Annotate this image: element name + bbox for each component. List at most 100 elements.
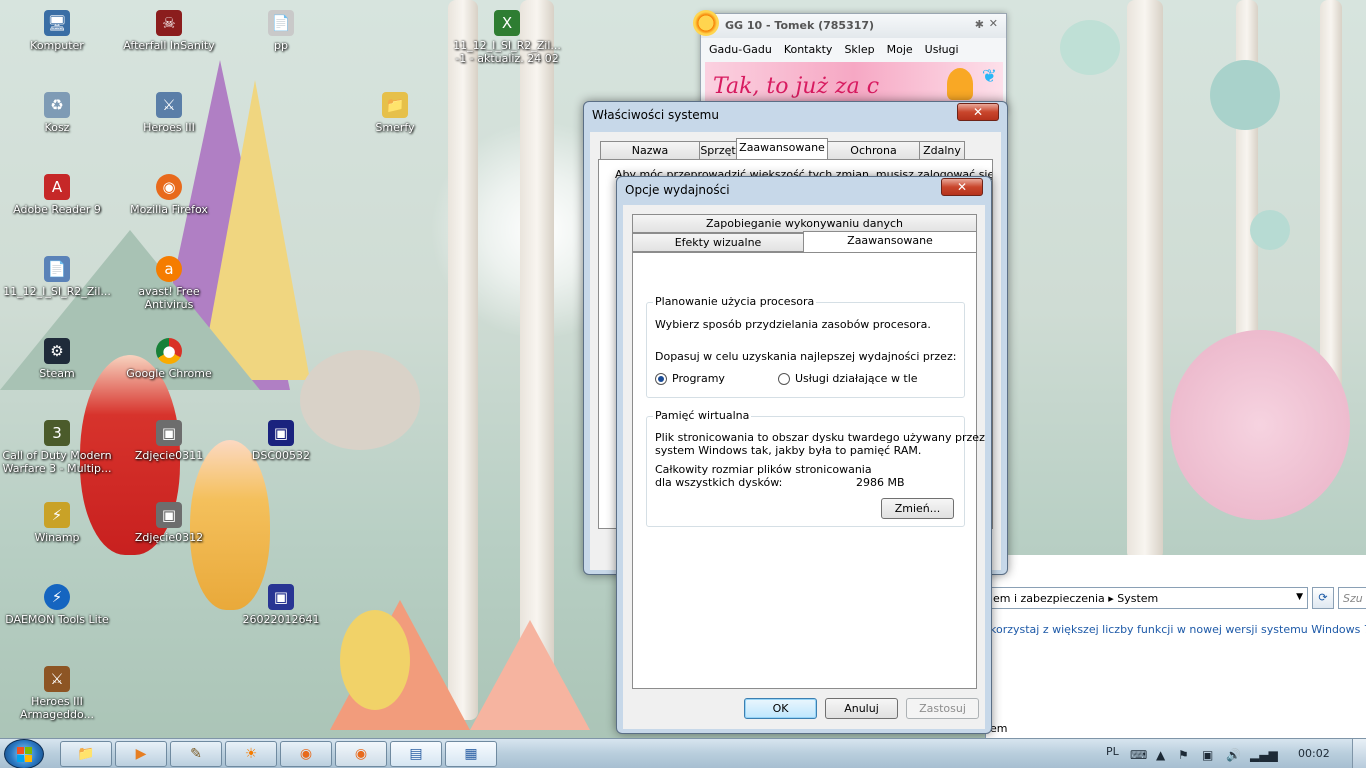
gg-menu-gadu-gadu[interactable]: Gadu-Gadu xyxy=(709,43,772,56)
upgrade-info-link[interactable]: korzystaj z większej liczby funkcji w no… xyxy=(990,623,1366,636)
image-icon: ▣ xyxy=(156,420,182,446)
radio-uslugi-indicator[interactable] xyxy=(778,373,790,385)
taskbar-explorer[interactable]: 📁 xyxy=(60,741,112,767)
volume-icon[interactable]: 🔊 xyxy=(1226,748,1241,762)
taskbar-control-panel[interactable]: ▦ xyxy=(445,741,497,767)
firefox-icon: ◉ xyxy=(354,746,368,762)
taskbar-firefox[interactable]: ◉ xyxy=(280,741,332,767)
taskbar-system[interactable]: ▤ xyxy=(390,741,442,767)
cpu-adjust-label: Dopasuj w celu uzyskania najlepszej wyda… xyxy=(655,350,957,363)
cancel-button[interactable]: Anuluj xyxy=(825,698,898,719)
avast-icon: a xyxy=(156,256,182,282)
flag-icon[interactable]: ⚑ xyxy=(1178,748,1189,762)
network-signal-icon[interactable]: ▂▄▆ xyxy=(1250,748,1278,762)
breadcrumb: em i zabezpieczenia ▸ System xyxy=(993,592,1159,605)
taskbar-firefox-2[interactable]: ◉ xyxy=(335,741,387,767)
taskbar-gg[interactable]: ☀ xyxy=(225,741,277,767)
desktop-icon-steam[interactable]: ⚙ Steam xyxy=(2,338,112,380)
desktop-icon-avast[interactable]: a avast! Free Antivirus xyxy=(114,256,224,311)
cpu-scheduling-group: Planowanie użycia procesora Wybierz spos… xyxy=(646,295,965,398)
desktop-icon-winamp[interactable]: ⚡ Winamp xyxy=(2,502,112,544)
show-desktop-button[interactable] xyxy=(1352,739,1366,768)
media-player-icon: ▶ xyxy=(135,746,147,762)
desktop-icon-firefox[interactable]: ◉ Mozilla Firefox xyxy=(114,174,224,216)
gg-titlebar[interactable]: GG 10 - Tomek (785317) ✱ ✕ xyxy=(693,10,1006,38)
virtual-memory-group: Pamięć wirtualna Plik stronicowania to o… xyxy=(646,409,985,527)
taskbar-media-player[interactable]: ▶ xyxy=(115,741,167,767)
desktop-icon-26022012641[interactable]: ▣ 26022012641 xyxy=(226,584,336,626)
explorer-partial-text: em xyxy=(990,722,1008,735)
desktop-icon-smerfy[interactable]: 📁 Smerfy xyxy=(340,92,450,134)
desktop-icon-kosz[interactable]: ♻ Kosz xyxy=(2,92,112,134)
desktop-icon-dsc00532[interactable]: ▣ DSC00532 xyxy=(226,420,336,462)
keyboard-icon[interactable]: ⌨ xyxy=(1130,748,1147,762)
gg-menu-kontakty[interactable]: Kontakty xyxy=(784,43,833,56)
close-button[interactable]: ✕ xyxy=(957,103,999,121)
firefox-icon: ◉ xyxy=(156,174,182,200)
desktop-icon-document[interactable]: 📄 11_12_I_SI_R2_Zil... xyxy=(2,256,112,298)
tab-sprzet[interactable]: Sprzęt xyxy=(699,141,737,160)
desktop-icon-daemon-tools[interactable]: ⚡ DAEMON Tools Lite xyxy=(2,584,112,626)
desktop-icon-adobe-reader[interactable]: A Adobe Reader 9 xyxy=(2,174,112,216)
refresh-button[interactable]: ⟳ xyxy=(1312,587,1334,609)
radio-programy[interactable]: Programy xyxy=(655,372,765,386)
radio-programy-indicator[interactable] xyxy=(655,373,667,385)
desktop-icon-chrome[interactable]: ● Google Chrome xyxy=(114,338,224,380)
search-input[interactable]: Szu xyxy=(1338,587,1366,609)
desktop-icon-komputer[interactable]: 🖥 Komputer xyxy=(2,10,112,52)
gg-menu-uslugi[interactable]: Usługi xyxy=(925,43,959,56)
desktop-icon-afterfall[interactable]: ☠ Afterfall InSanity xyxy=(114,10,224,52)
desktop-icon-cod-mw3[interactable]: 3 Call of Duty Modern Warfare 3 - Multip… xyxy=(2,420,112,475)
performance-options-window: Opcje wydajności ✕ Zapobieganie wykonywa… xyxy=(616,176,992,734)
taskbar: 📁 ▶ ✎ ☀ ◉ ◉ ▤ ▦ PL ⌨ ▲ ⚑ ▣ 🔊 ▂▄▆ 00:02 xyxy=(0,738,1366,768)
close-icon[interactable]: ✕ xyxy=(989,17,998,30)
virtual-memory-legend: Pamięć wirtualna xyxy=(653,409,752,422)
tab-nazwa-komputera[interactable]: Nazwa komputera xyxy=(600,141,700,174)
tab-zaawansowane[interactable]: Zaawansowane xyxy=(736,138,828,160)
system-properties-titlebar[interactable]: Właściwości systemu ✕ xyxy=(584,102,1007,128)
pdf-icon: A xyxy=(44,174,70,200)
gg-menu-moje[interactable]: Moje xyxy=(887,43,913,56)
desktop-icon-zdjecie0311[interactable]: ▣ Zdjęcie0311 xyxy=(114,420,224,462)
ok-button[interactable]: OK xyxy=(744,698,817,719)
tab-efekty-wizualne[interactable]: Efekty wizualne xyxy=(632,233,804,252)
tab-zaawansowane[interactable]: Zaawansowane xyxy=(803,231,977,253)
change-button[interactable]: Zmień... xyxy=(881,498,954,519)
heroes-icon: ⚔ xyxy=(156,92,182,118)
start-button[interactable] xyxy=(4,739,44,768)
butterfly-icon: ❦ xyxy=(981,66,997,87)
computer-icon: 🖥 xyxy=(44,10,70,36)
taskbar-tool[interactable]: ✎ xyxy=(170,741,222,767)
cpu-scheduling-desc: Wybierz sposób przydzielania zasobów pro… xyxy=(655,318,931,331)
image-icon: ▣ xyxy=(156,502,182,528)
cod-icon: 3 xyxy=(44,420,70,446)
chevron-up-icon[interactable]: ▲ xyxy=(1156,748,1165,762)
gg-title: GG 10 - Tomek (785317) xyxy=(725,19,875,32)
performance-options-titlebar[interactable]: Opcje wydajności ✕ xyxy=(617,177,991,203)
device-icon[interactable]: ▣ xyxy=(1202,748,1213,762)
image-icon: ▣ xyxy=(268,584,294,610)
tulip-icon xyxy=(947,68,973,100)
apply-button[interactable]: Zastosuj xyxy=(906,698,979,719)
gg-menu-sklep[interactable]: Sklep xyxy=(844,43,874,56)
desktop-icon-heroes3[interactable]: ⚔ Heroes III xyxy=(114,92,224,134)
tab-zdalny[interactable]: Zdalny xyxy=(919,141,965,160)
gg-icon: ☀ xyxy=(244,746,258,762)
control-panel-icon: ▦ xyxy=(464,746,478,762)
vm-total-line-2: dla wszystkich dysków: xyxy=(655,476,783,489)
desktop-icon-heroes3-armageddon[interactable]: ⚔ Heroes III Armageddo... xyxy=(2,666,112,721)
desktop-icon-excel-file[interactable]: X 11_12_I_SI_R2_Zil... -1 - aktualiz. 24… xyxy=(452,10,562,65)
chevron-down-icon[interactable]: ▼ xyxy=(1296,592,1303,602)
close-button[interactable]: ✕ xyxy=(941,178,983,196)
language-indicator[interactable]: PL xyxy=(1106,745,1119,758)
explorer-address-bar[interactable]: em i zabezpieczenia ▸ System ▼ xyxy=(986,587,1308,609)
desktop-icon-zdjecie0312[interactable]: ▣ Zdjęcie0312 xyxy=(114,502,224,544)
image-icon: ▣ xyxy=(268,420,294,446)
desktop-icon-pp[interactable]: 📄 pp xyxy=(226,10,336,52)
pin-icon[interactable]: ✱ xyxy=(975,18,984,31)
tab-ochrona-systemu[interactable]: Ochrona systemu xyxy=(827,141,920,174)
radio-uslugi-w-tle[interactable]: Usługi działające w tle xyxy=(778,372,928,386)
close-icon: ✕ xyxy=(972,105,984,119)
clock[interactable]: 00:02 xyxy=(1298,747,1330,760)
recycle-bin-icon: ♻ xyxy=(44,92,70,118)
